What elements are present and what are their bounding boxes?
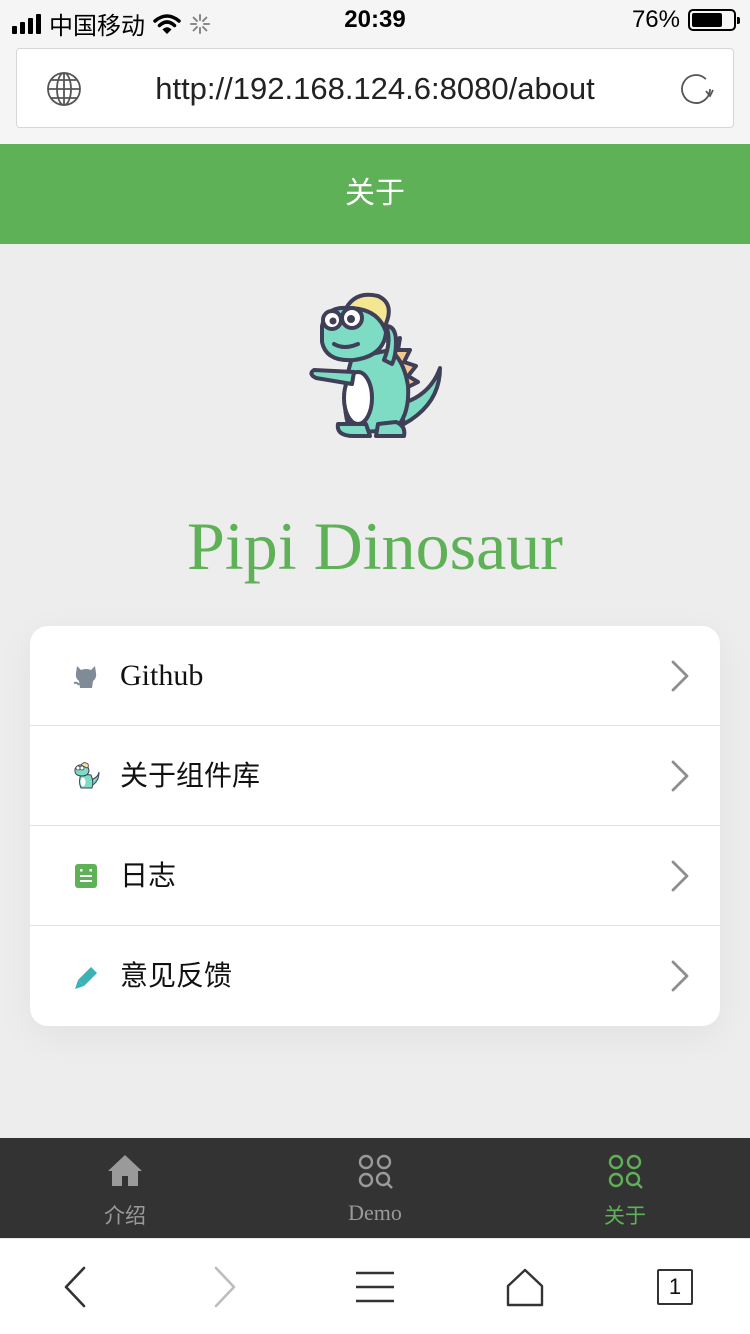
battery-fill	[692, 13, 723, 27]
chevron-right-icon	[671, 660, 689, 692]
menu-item-label: Github	[120, 659, 204, 692]
tab-intro[interactable]: 介绍	[0, 1138, 250, 1238]
menu-button[interactable]	[300, 1239, 450, 1334]
tabs-button[interactable]: 1	[600, 1239, 750, 1334]
url-bar[interactable]: http://192.168.124.6:8080/about	[16, 48, 734, 128]
menu-item-feedback[interactable]: 意见反馈	[30, 926, 720, 1026]
home-icon	[108, 1155, 142, 1186]
home-outline-icon	[506, 1268, 544, 1306]
reload-icon[interactable]	[677, 70, 715, 108]
battery-icon	[688, 9, 740, 31]
tab-label: Demo	[348, 1200, 402, 1225]
menu-item-label: 日志	[120, 859, 177, 892]
chevron-right-icon	[671, 960, 689, 992]
dinosaur-mascot	[309, 292, 442, 438]
grid-search-icon	[608, 1154, 643, 1189]
status-bar: 中国移动 20:39 76%	[0, 0, 750, 40]
chevron-right-icon	[671, 760, 689, 792]
grid-search-icon	[358, 1154, 393, 1189]
url-text[interactable]: http://192.168.124.6:8080/about	[107, 49, 643, 129]
menu-card: Github 关于组件库 日志 意见反馈	[30, 626, 720, 1026]
dinosaur-icon	[74, 762, 100, 789]
menu-item-github[interactable]: Github	[30, 626, 720, 726]
page-title: 关于	[345, 176, 405, 211]
tab-about[interactable]: 关于	[500, 1138, 750, 1238]
tab-label: 介绍	[104, 1204, 146, 1228]
back-button[interactable]	[0, 1239, 150, 1334]
browser-toolbar: 1	[0, 1238, 750, 1334]
home-button[interactable]	[450, 1239, 600, 1334]
menu-item-about-library[interactable]: 关于组件库	[30, 726, 720, 826]
menu-item-label: 意见反馈	[120, 959, 233, 992]
pencil-icon	[75, 967, 97, 989]
menu-item-changelog[interactable]: 日志	[30, 826, 720, 926]
globe-icon	[47, 72, 81, 106]
forward-button[interactable]	[150, 1239, 300, 1334]
chevron-right-icon	[214, 1266, 236, 1307]
battery-percent: 76%	[631, 6, 680, 33]
menu-item-label: 关于组件库	[120, 759, 261, 792]
tab-label: 关于	[604, 1204, 646, 1228]
log-icon	[75, 864, 97, 888]
hamburger-icon	[356, 1271, 394, 1302]
status-right: 76%	[631, 6, 740, 34]
tabs-count: 1	[657, 1268, 693, 1305]
brand-title: Pipi Dinosaur	[187, 508, 563, 584]
tab-demo[interactable]: Demo	[250, 1138, 500, 1238]
bottom-tab-bar: 介绍 Demo 关于	[0, 1138, 750, 1238]
chevron-left-icon	[64, 1266, 86, 1307]
github-icon	[73, 666, 97, 688]
chevron-right-icon	[671, 860, 689, 892]
page-header: 关于	[0, 144, 750, 244]
browser-url-area: http://192.168.124.6:8080/about	[0, 40, 750, 144]
